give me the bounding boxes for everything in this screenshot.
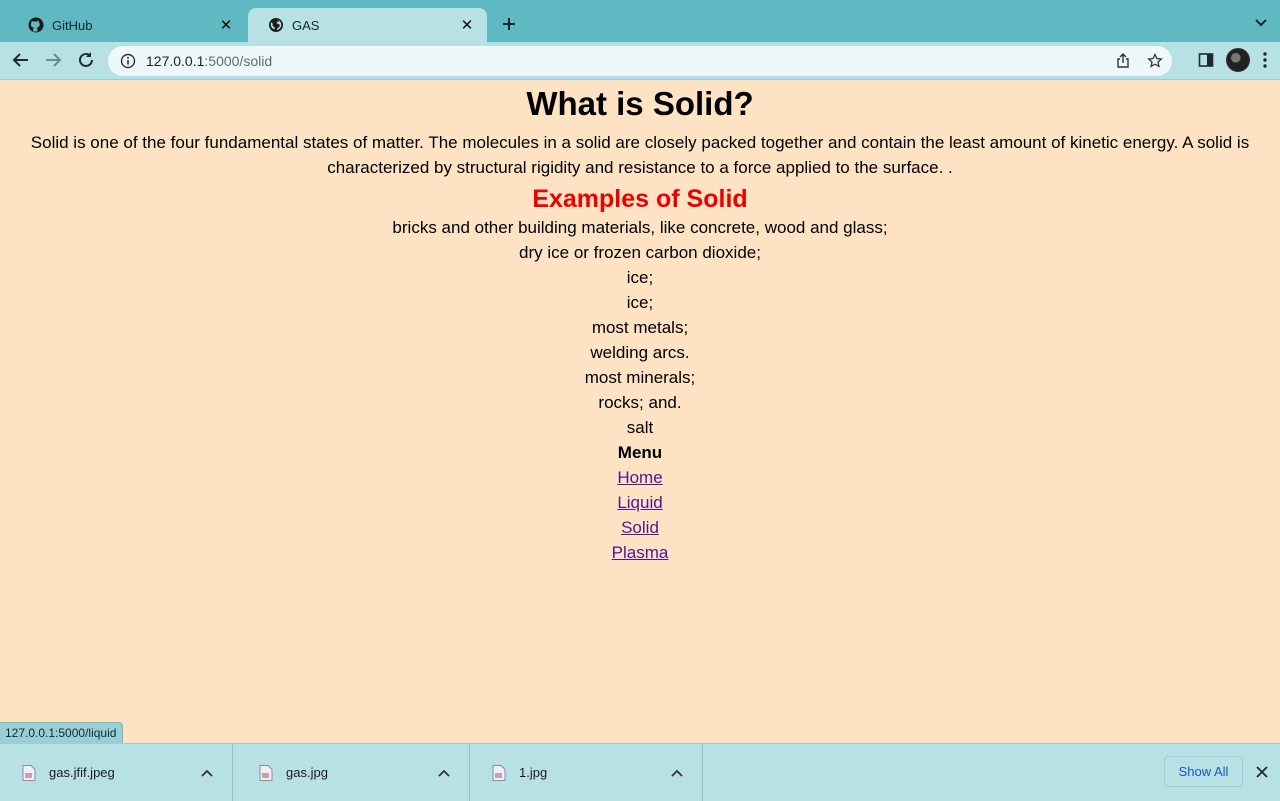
example-item: welding arcs.	[590, 343, 690, 362]
example-item: rocks; and.	[598, 393, 682, 412]
chevron-up-icon[interactable]	[200, 766, 214, 780]
link-home[interactable]: Home	[617, 468, 662, 487]
url-text[interactable]: 127.0.0.1:5000/solid	[146, 53, 272, 69]
tab-gas[interactable]: GAS ✕	[248, 8, 487, 42]
close-tab-icon[interactable]: ✕	[218, 17, 234, 34]
intro-paragraph: Solid is one of the four fundamental sta…	[30, 133, 1250, 177]
menu-item: Home	[0, 465, 1280, 490]
menu-title: Menu	[617, 443, 663, 462]
download-bar: gas.jfif.jpeg gas.jpg 1.jpg Show All	[0, 743, 1280, 801]
nav-menu: Home Liquid Solid Plasma	[0, 465, 1280, 565]
address-bar[interactable]: 127.0.0.1:5000/solid	[108, 46, 1172, 76]
profile-avatar[interactable]	[1226, 48, 1250, 72]
example-item: most minerals;	[584, 368, 696, 387]
chevron-up-icon[interactable]	[670, 766, 684, 780]
page-title: What is Solid?	[526, 85, 754, 122]
more-menu-icon[interactable]	[1262, 51, 1268, 69]
file-icon	[22, 764, 36, 781]
new-tab-button[interactable]	[497, 12, 521, 36]
tab-label: GitHub	[52, 17, 93, 33]
download-filename: 1.jpg	[519, 765, 548, 780]
link-plasma[interactable]: Plasma	[612, 543, 669, 562]
example-item: dry ice or frozen carbon dioxide;	[519, 243, 761, 262]
examples-heading: Examples of Solid	[532, 185, 748, 213]
tab-strip: GitHub ✕ GAS ✕	[0, 0, 1280, 42]
site-info-icon[interactable]	[120, 53, 136, 69]
download-item[interactable]: 1.jpg	[470, 744, 703, 801]
examples-list: bricks and other building materials, lik…	[0, 215, 1280, 440]
url-host: 127.0.0.1	[146, 53, 205, 69]
globe-icon	[268, 17, 284, 33]
link-solid[interactable]: Solid	[621, 518, 659, 537]
show-all-button[interactable]: Show All	[1164, 756, 1243, 787]
forward-button[interactable]	[40, 47, 66, 73]
chevron-up-icon[interactable]	[437, 766, 451, 780]
url-path: :5000/solid	[204, 53, 273, 69]
download-item[interactable]: gas.jfif.jpeg	[0, 744, 233, 801]
side-panel-icon[interactable]	[1198, 52, 1214, 68]
bookmark-star-icon[interactable]	[1146, 52, 1164, 70]
menu-item: Solid	[0, 515, 1280, 540]
close-download-bar-icon[interactable]	[1254, 764, 1270, 780]
browser-toolbar: 127.0.0.1:5000/solid	[0, 42, 1280, 80]
example-item: ice;	[626, 293, 654, 312]
file-icon	[259, 764, 273, 781]
menu-item: Liquid	[0, 490, 1280, 515]
example-item: most metals;	[591, 318, 689, 337]
file-icon	[492, 764, 506, 781]
link-liquid[interactable]: Liquid	[617, 493, 662, 512]
back-button[interactable]	[8, 47, 34, 73]
close-tab-icon[interactable]: ✕	[459, 17, 475, 34]
example-item: ice;	[626, 268, 654, 287]
example-item: salt	[626, 418, 654, 437]
menu-item: Plasma	[0, 540, 1280, 565]
example-item: bricks and other building materials, lik…	[392, 218, 888, 237]
page-content: What is Solid? Solid is one of the four …	[0, 80, 1280, 743]
download-filename: gas.jpg	[286, 765, 328, 780]
download-filename: gas.jfif.jpeg	[49, 765, 115, 780]
share-icon[interactable]	[1114, 52, 1132, 70]
tab-search-chevron-icon[interactable]	[1252, 14, 1270, 32]
tab-github[interactable]: GitHub ✕	[8, 8, 246, 42]
status-url-bubble: 127.0.0.1:5000/liquid	[0, 722, 124, 745]
tab-label: GAS	[292, 17, 320, 33]
download-item[interactable]: gas.jpg	[237, 744, 470, 801]
github-icon	[28, 17, 44, 33]
reload-button[interactable]	[73, 47, 99, 73]
